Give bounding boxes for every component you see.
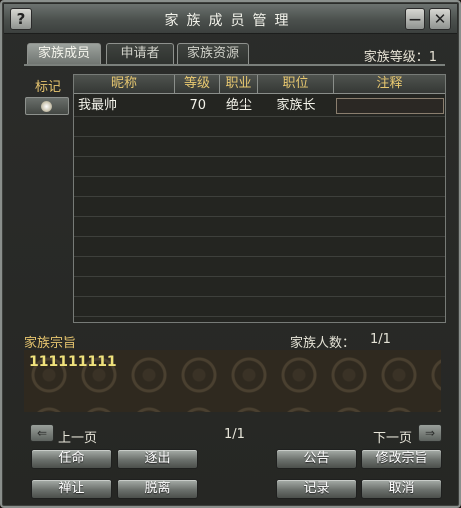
member-position: 家族长 bbox=[276, 98, 316, 113]
announce-button[interactable]: 公告 bbox=[276, 449, 357, 469]
member-count-label: 家族人数： bbox=[290, 336, 356, 351]
page-indicator: 1/1 bbox=[224, 427, 245, 442]
motto-panel: 111111111 bbox=[24, 350, 441, 412]
mark-column-header: 标记 bbox=[34, 80, 61, 95]
column-header-note[interactable]: 注释 bbox=[334, 75, 445, 94]
mark-dot-icon bbox=[41, 101, 52, 112]
member-level: 70 bbox=[189, 98, 206, 113]
row-divider bbox=[74, 156, 445, 157]
row-divider bbox=[74, 136, 445, 137]
edit-motto-button[interactable]: 修改宗旨 bbox=[361, 449, 442, 469]
member-class: 绝尘 bbox=[225, 98, 252, 113]
title-bar[interactable]: ? 家族成员管理 — ✕ bbox=[4, 4, 457, 34]
minimize-button[interactable]: — bbox=[405, 8, 425, 30]
next-page-arrow-icon[interactable]: ⇒ bbox=[418, 424, 442, 442]
leave-family-button[interactable]: 脱离 bbox=[117, 479, 198, 499]
column-header-position[interactable]: 职位 bbox=[258, 75, 334, 94]
column-header-level[interactable]: 等级 bbox=[175, 75, 220, 94]
cancel-button[interactable]: 取消 bbox=[361, 479, 442, 499]
tab-members[interactable]: 家族成员 bbox=[27, 43, 101, 65]
row-divider bbox=[74, 296, 445, 297]
row-divider bbox=[74, 216, 445, 217]
mark-toggle[interactable] bbox=[25, 97, 69, 115]
row-divider bbox=[74, 276, 445, 277]
row-divider bbox=[74, 196, 445, 197]
row-divider bbox=[74, 176, 445, 177]
member-name: 我最帅 bbox=[78, 98, 118, 113]
row-divider bbox=[74, 116, 445, 117]
table-header: 昵称 等级 职业 职位 注释 bbox=[74, 75, 445, 94]
row-divider bbox=[74, 316, 445, 317]
prev-page-arrow-icon[interactable]: ⇐ bbox=[30, 424, 54, 442]
next-page-label[interactable]: 下一页 bbox=[373, 427, 412, 446]
prev-page-label[interactable]: 上一页 bbox=[58, 427, 97, 446]
family-members-window: ? 家族成员管理 — ✕ 家族成员 申请者 家族资源 家族等级：1 标记 昵称 … bbox=[0, 0, 461, 508]
column-header-class[interactable]: 职业 bbox=[220, 75, 258, 94]
tab-resources[interactable]: 家族资源 bbox=[177, 43, 249, 65]
window-title: 家族成员管理 bbox=[164, 13, 297, 29]
appoint-button[interactable]: 任命 bbox=[31, 449, 112, 469]
member-note-field[interactable] bbox=[336, 98, 444, 114]
motto-text: 111111111 bbox=[29, 354, 117, 370]
member-count: 1/1 bbox=[370, 332, 391, 347]
row-divider bbox=[74, 256, 445, 257]
row-divider bbox=[74, 236, 445, 237]
log-button[interactable]: 记录 bbox=[276, 479, 357, 499]
member-table: 昵称 等级 职业 职位 注释 我最帅 70 绝尘 家族长 bbox=[73, 74, 446, 323]
tab-applicants[interactable]: 申请者 bbox=[106, 43, 174, 65]
expel-button[interactable]: 逐出 bbox=[117, 449, 198, 469]
column-header-nickname[interactable]: 昵称 bbox=[74, 75, 175, 94]
family-level: 家族等级：1 bbox=[363, 50, 437, 65]
motto-label: 家族宗旨 bbox=[24, 336, 77, 351]
close-button[interactable]: ✕ bbox=[429, 8, 451, 30]
abdicate-button[interactable]: 禅让 bbox=[31, 479, 112, 499]
